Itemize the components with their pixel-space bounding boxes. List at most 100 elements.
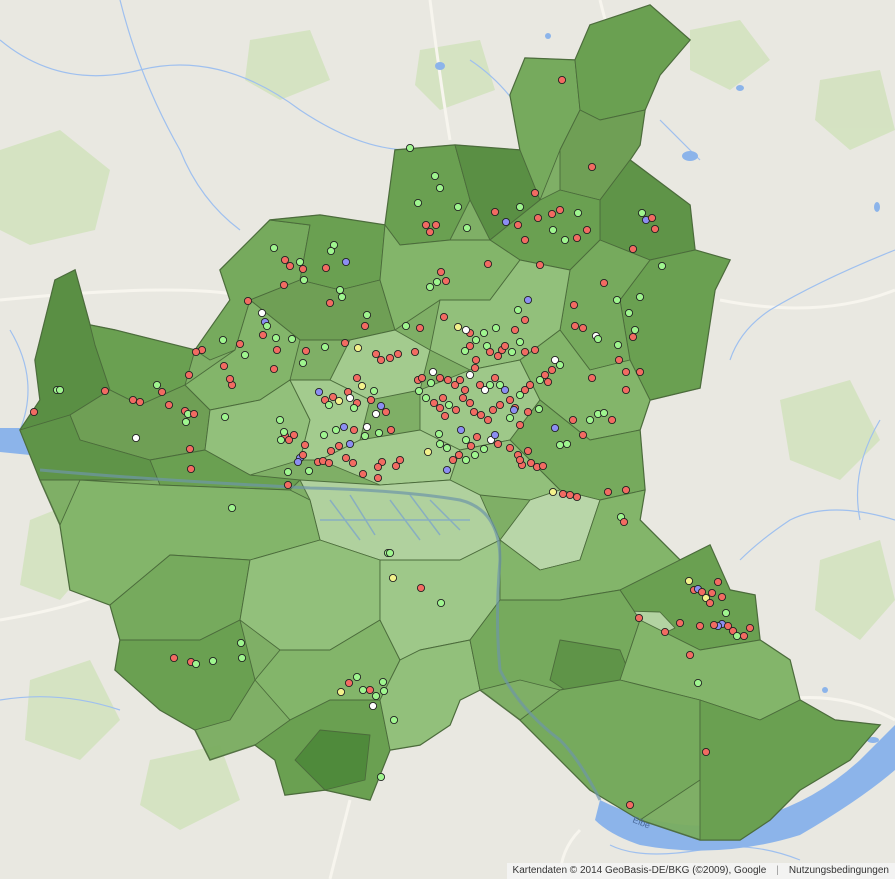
map-marker[interactable] — [349, 425, 359, 435]
map-marker[interactable] — [454, 450, 464, 460]
map-marker[interactable] — [374, 428, 384, 438]
map-marker[interactable] — [298, 358, 308, 368]
map-marker[interactable] — [191, 659, 201, 669]
map-marker[interactable] — [543, 377, 553, 387]
map-marker[interactable] — [483, 415, 493, 425]
map-marker[interactable] — [283, 467, 293, 477]
map-marker[interactable] — [607, 415, 617, 425]
map-marker[interactable] — [637, 208, 647, 218]
map-marker[interactable] — [525, 380, 535, 390]
map-marker[interactable] — [685, 650, 695, 660]
map-marker[interactable] — [376, 772, 386, 782]
map-marker[interactable] — [472, 432, 482, 442]
map-marker[interactable] — [578, 430, 588, 440]
map-marker[interactable] — [269, 243, 279, 253]
map-marker[interactable] — [717, 592, 727, 602]
map-marker[interactable] — [453, 202, 463, 212]
map-marker[interactable] — [490, 373, 500, 383]
map-marker[interactable] — [693, 678, 703, 688]
map-marker[interactable] — [709, 620, 719, 630]
map-marker[interactable] — [191, 347, 201, 357]
map-marker[interactable] — [401, 321, 411, 331]
map-marker[interactable] — [220, 412, 230, 422]
map-marker[interactable] — [630, 325, 640, 335]
map-marker[interactable] — [326, 246, 336, 256]
map-marker[interactable] — [530, 345, 540, 355]
map-marker[interactable] — [732, 631, 742, 641]
map-marker[interactable] — [455, 375, 465, 385]
map-marker[interactable] — [515, 202, 525, 212]
map-marker[interactable] — [358, 685, 368, 695]
map-marker[interactable] — [371, 691, 381, 701]
map-marker[interactable] — [550, 423, 560, 433]
map-marker[interactable] — [331, 425, 341, 435]
map-marker[interactable] — [334, 441, 344, 451]
map-marker[interactable] — [386, 425, 396, 435]
map-marker[interactable] — [513, 220, 523, 230]
map-marker[interactable] — [334, 396, 344, 406]
map-marker[interactable] — [505, 413, 515, 423]
map-marker[interactable] — [614, 355, 624, 365]
map-marker[interactable] — [395, 455, 405, 465]
map-marker[interactable] — [479, 328, 489, 338]
map-marker[interactable] — [227, 503, 237, 513]
map-marker[interactable] — [435, 183, 445, 193]
map-marker[interactable] — [365, 685, 375, 695]
map-marker[interactable] — [500, 341, 510, 351]
map-marker[interactable] — [279, 280, 289, 290]
map-marker[interactable] — [381, 407, 391, 417]
map-marker[interactable] — [535, 260, 545, 270]
map-marker[interactable] — [675, 618, 685, 628]
map-marker[interactable] — [465, 398, 475, 408]
map-marker[interactable] — [360, 321, 370, 331]
map-marker[interactable] — [540, 370, 550, 380]
map-marker[interactable] — [495, 400, 505, 410]
map-marker[interactable] — [441, 276, 451, 286]
map-marker[interactable] — [476, 410, 486, 420]
map-marker[interactable] — [599, 278, 609, 288]
map-marker[interactable] — [628, 332, 638, 342]
map-marker[interactable] — [515, 337, 525, 347]
map-marker[interactable] — [460, 385, 470, 395]
map-marker[interactable] — [218, 335, 228, 345]
map-marker[interactable] — [490, 430, 500, 440]
map-marker[interactable] — [339, 422, 349, 432]
map-marker[interactable] — [373, 462, 383, 472]
map-marker[interactable] — [485, 347, 495, 357]
map-marker[interactable] — [613, 340, 623, 350]
map-marker[interactable] — [320, 342, 330, 352]
map-marker[interactable] — [430, 171, 440, 181]
map-marker[interactable] — [431, 220, 441, 230]
map-marker[interactable] — [358, 469, 368, 479]
map-marker[interactable] — [565, 490, 575, 500]
map-marker[interactable] — [428, 367, 438, 377]
map-marker[interactable] — [624, 308, 634, 318]
map-marker[interactable] — [378, 677, 388, 687]
map-marker[interactable] — [169, 653, 179, 663]
map-marker[interactable] — [634, 613, 644, 623]
map-marker[interactable] — [423, 447, 433, 457]
map-marker[interactable] — [520, 347, 530, 357]
map-marker[interactable] — [335, 285, 345, 295]
map-marker[interactable] — [348, 458, 358, 468]
map-marker[interactable] — [650, 224, 660, 234]
map-marker[interactable] — [360, 431, 370, 441]
map-marker[interactable] — [271, 333, 281, 343]
map-marker[interactable] — [417, 373, 427, 383]
map-marker[interactable] — [515, 420, 525, 430]
map-marker[interactable] — [440, 411, 450, 421]
map-marker[interactable] — [562, 439, 572, 449]
map-marker[interactable] — [444, 400, 454, 410]
map-marker[interactable] — [283, 480, 293, 490]
map-marker[interactable] — [240, 350, 250, 360]
map-marker[interactable] — [413, 198, 423, 208]
map-marker[interactable] — [569, 300, 579, 310]
map-marker[interactable] — [505, 443, 515, 453]
map-marker[interactable] — [460, 346, 470, 356]
map-marker[interactable] — [523, 295, 533, 305]
map-marker[interactable] — [555, 205, 565, 215]
map-marker[interactable] — [352, 373, 362, 383]
map-marker[interactable] — [557, 75, 567, 85]
map-marker[interactable] — [578, 323, 588, 333]
map-marker[interactable] — [530, 188, 540, 198]
